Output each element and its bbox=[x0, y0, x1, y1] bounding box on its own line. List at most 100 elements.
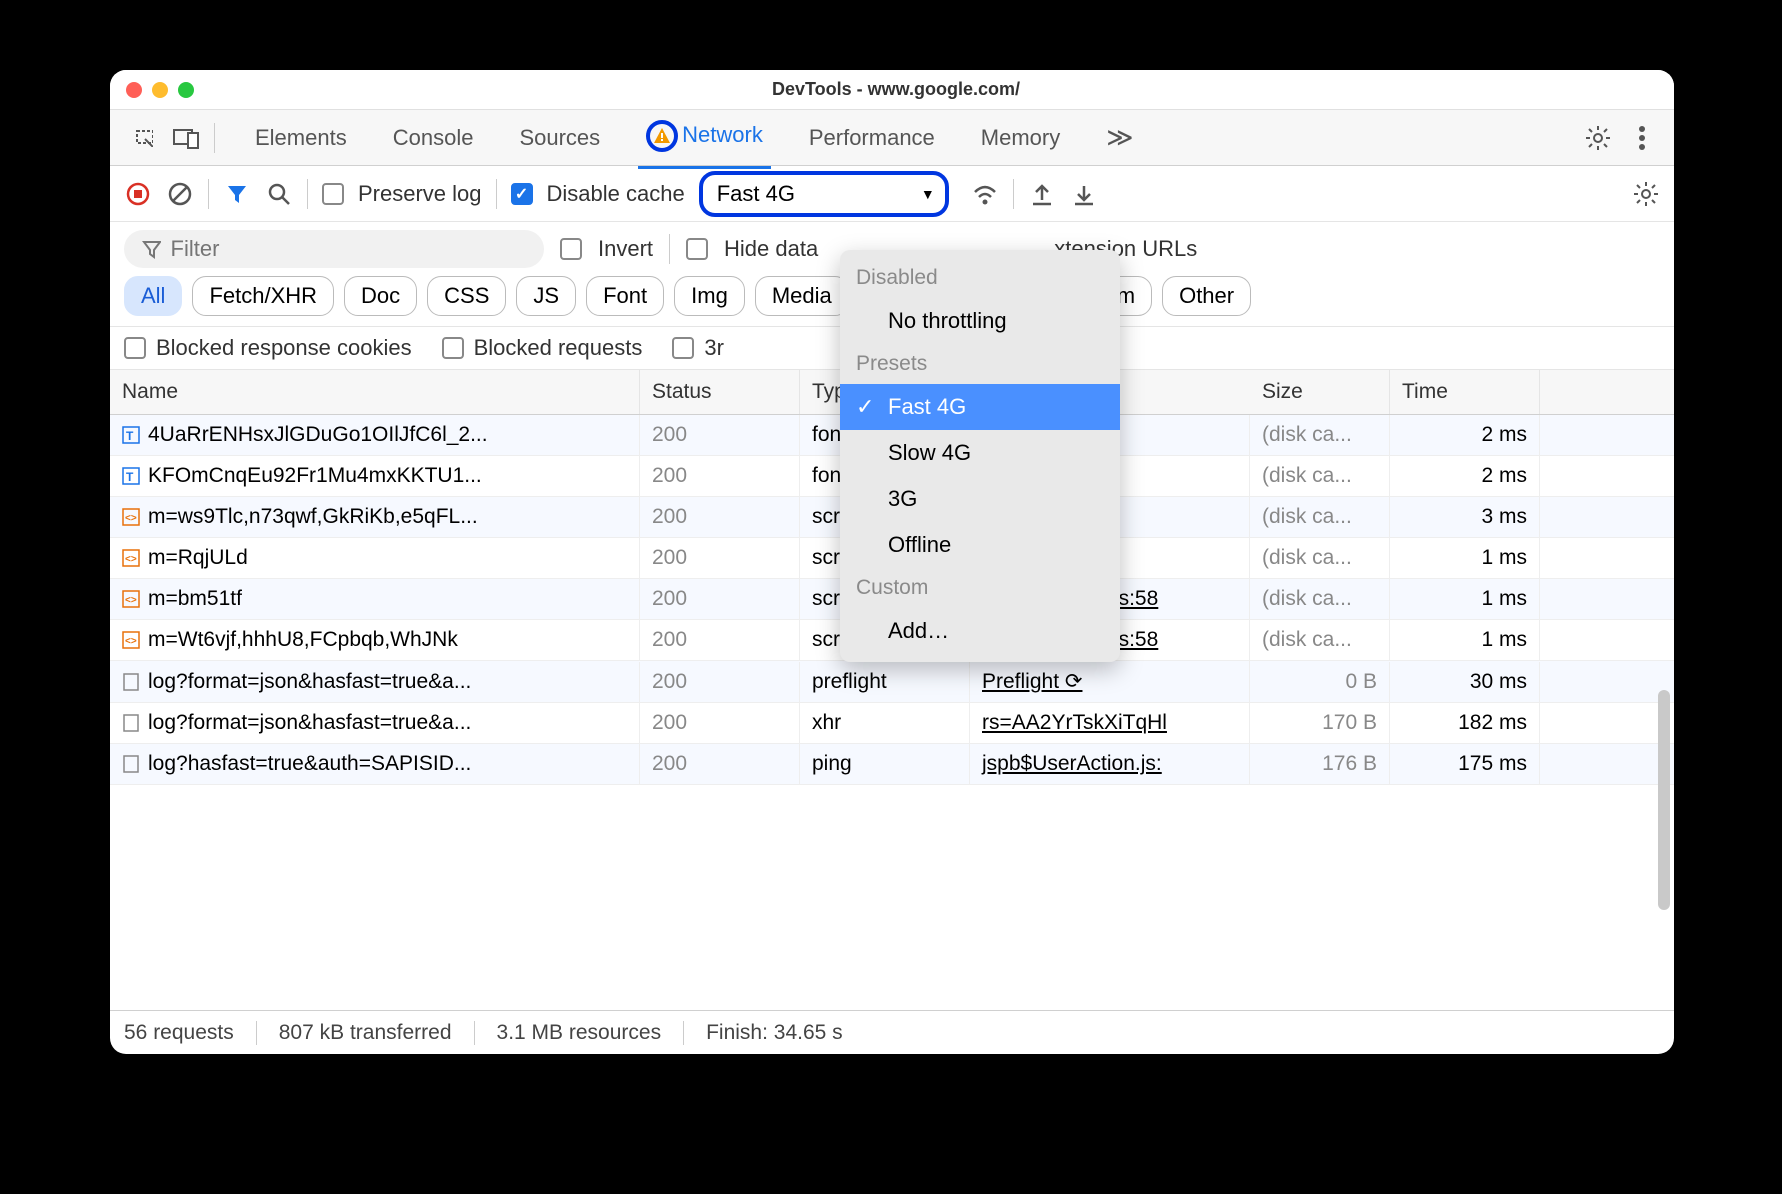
cell-status: 200 bbox=[640, 456, 800, 496]
blocked-requests-checkbox[interactable] bbox=[442, 337, 464, 359]
scrollbar[interactable] bbox=[1658, 690, 1670, 910]
tabs-overflow[interactable]: ≫ bbox=[1098, 108, 1141, 167]
chip-img[interactable]: Img bbox=[674, 276, 745, 316]
table-row[interactable]: log?format=json&hasfast=true&a...200pref… bbox=[110, 661, 1674, 703]
cell-initiator[interactable]: jspb$UserAction.js: bbox=[970, 744, 1250, 784]
col-name[interactable]: Name bbox=[110, 370, 640, 414]
tab-memory[interactable]: Memory bbox=[973, 111, 1068, 165]
settings-gear-icon[interactable] bbox=[1584, 124, 1612, 152]
disable-cache-checkbox[interactable] bbox=[511, 183, 533, 205]
cell-status: 200 bbox=[640, 415, 800, 455]
maximize-window-button[interactable] bbox=[178, 82, 194, 98]
throttling-value: Fast 4G bbox=[717, 181, 795, 207]
col-size[interactable]: Size bbox=[1250, 370, 1390, 414]
tab-console[interactable]: Console bbox=[385, 111, 482, 165]
kebab-menu-icon[interactable] bbox=[1628, 124, 1656, 152]
col-status[interactable]: Status bbox=[640, 370, 800, 414]
window-title: DevTools - www.google.com/ bbox=[194, 79, 1598, 100]
cell-name: log?format=json&hasfast=true&a... bbox=[110, 703, 640, 743]
svg-text:T: T bbox=[126, 470, 134, 484]
chip-all[interactable]: All bbox=[124, 276, 182, 316]
tab-sources[interactable]: Sources bbox=[511, 111, 608, 165]
record-button[interactable] bbox=[124, 180, 152, 208]
device-toolbar-icon[interactable] bbox=[172, 124, 200, 152]
cell-status: 200 bbox=[640, 579, 800, 619]
hide-data-urls-checkbox[interactable] bbox=[686, 238, 708, 260]
table-row[interactable]: log?format=json&hasfast=true&a...200xhrr… bbox=[110, 703, 1674, 744]
hide-data-urls-label: Hide data bbox=[724, 236, 818, 262]
tab-network[interactable]: Network bbox=[638, 106, 771, 169]
file-type-icon bbox=[122, 673, 140, 691]
download-har-icon[interactable] bbox=[1070, 180, 1098, 208]
cell-time: 3 ms bbox=[1390, 497, 1540, 537]
dd-add-custom[interactable]: Add… bbox=[840, 608, 1120, 654]
svg-text:<>: <> bbox=[125, 595, 137, 606]
chip-css[interactable]: CSS bbox=[427, 276, 506, 316]
funnel-icon bbox=[142, 239, 161, 259]
minimize-window-button[interactable] bbox=[152, 82, 168, 98]
dd-slow-4g[interactable]: Slow 4G bbox=[840, 430, 1120, 476]
svg-text:<>: <> bbox=[125, 636, 137, 647]
clear-button[interactable] bbox=[166, 180, 194, 208]
status-transferred: 807 kB transferred bbox=[257, 1021, 475, 1045]
panel-settings-gear-icon[interactable] bbox=[1632, 180, 1660, 208]
tab-performance[interactable]: Performance bbox=[801, 111, 943, 165]
panel-tabs-row: Elements Console Sources Network Perform… bbox=[110, 110, 1674, 166]
network-toolbar: Preserve log Disable cache Fast 4G bbox=[110, 166, 1674, 222]
dd-3g[interactable]: 3G bbox=[840, 476, 1120, 522]
traffic-lights bbox=[126, 82, 194, 98]
cell-initiator[interactable]: Preflight ⟳ bbox=[970, 661, 1250, 702]
blocked-requests-label: Blocked requests bbox=[474, 335, 643, 361]
cell-size: (disk ca... bbox=[1250, 538, 1390, 578]
cell-size: (disk ca... bbox=[1250, 415, 1390, 455]
close-window-button[interactable] bbox=[126, 82, 142, 98]
dd-group-presets: Presets bbox=[840, 344, 1120, 384]
throttling-select[interactable]: Fast 4G bbox=[699, 171, 949, 217]
file-type-icon: <> bbox=[122, 631, 140, 649]
cell-name: log?hasfast=true&auth=SAPISID... bbox=[110, 744, 640, 784]
third-party-label: 3r bbox=[704, 335, 724, 361]
svg-text:T: T bbox=[126, 429, 134, 443]
cell-time: 2 ms bbox=[1390, 456, 1540, 496]
third-party-checkbox[interactable] bbox=[672, 337, 694, 359]
dd-group-custom: Custom bbox=[840, 568, 1120, 608]
blocked-response-cookies-label: Blocked response cookies bbox=[156, 335, 412, 361]
dd-no-throttling[interactable]: No throttling bbox=[840, 298, 1120, 344]
file-type-icon: <> bbox=[122, 590, 140, 608]
chip-fetch-xhr[interactable]: Fetch/XHR bbox=[192, 276, 334, 316]
cell-time: 30 ms bbox=[1390, 662, 1540, 702]
cell-time: 2 ms bbox=[1390, 415, 1540, 455]
titlebar: DevTools - www.google.com/ bbox=[110, 70, 1674, 110]
invert-checkbox[interactable] bbox=[560, 238, 582, 260]
network-conditions-icon[interactable] bbox=[971, 180, 999, 208]
chip-other[interactable]: Other bbox=[1162, 276, 1251, 316]
inspect-icon[interactable] bbox=[130, 124, 158, 152]
filter-input[interactable] bbox=[171, 236, 526, 262]
dd-fast-4g[interactable]: Fast 4G bbox=[840, 384, 1120, 430]
cell-type: preflight bbox=[800, 662, 970, 702]
cell-name: TKFOmCnqEu92Fr1Mu4mxKKTU1... bbox=[110, 456, 640, 496]
chip-font[interactable]: Font bbox=[586, 276, 664, 316]
cell-status: 200 bbox=[640, 703, 800, 743]
cell-size: 0 B bbox=[1250, 662, 1390, 702]
upload-har-icon[interactable] bbox=[1028, 180, 1056, 208]
search-icon[interactable] bbox=[265, 180, 293, 208]
file-type-icon: T bbox=[122, 467, 140, 485]
chip-media[interactable]: Media bbox=[755, 276, 849, 316]
chip-js[interactable]: JS bbox=[516, 276, 576, 316]
filter-toggle-icon[interactable] bbox=[223, 180, 251, 208]
dd-offline[interactable]: Offline bbox=[840, 522, 1120, 568]
tab-elements[interactable]: Elements bbox=[247, 111, 355, 165]
chip-doc[interactable]: Doc bbox=[344, 276, 417, 316]
table-row[interactable]: log?hasfast=true&auth=SAPISID...200pingj… bbox=[110, 744, 1674, 785]
cell-type: ping bbox=[800, 744, 970, 784]
warning-badge-icon bbox=[646, 120, 678, 152]
cell-size: (disk ca... bbox=[1250, 456, 1390, 496]
cell-time: 1 ms bbox=[1390, 538, 1540, 578]
cell-initiator[interactable]: rs=AA2YrTskXiTqHl bbox=[970, 703, 1250, 743]
col-time[interactable]: Time bbox=[1390, 370, 1540, 414]
cell-name: <>m=Wt6vjf,hhhU8,FCpbqb,WhJNk bbox=[110, 620, 640, 660]
preserve-log-checkbox[interactable] bbox=[322, 183, 344, 205]
blocked-response-cookies-checkbox[interactable] bbox=[124, 337, 146, 359]
cell-time: 182 ms bbox=[1390, 703, 1540, 743]
